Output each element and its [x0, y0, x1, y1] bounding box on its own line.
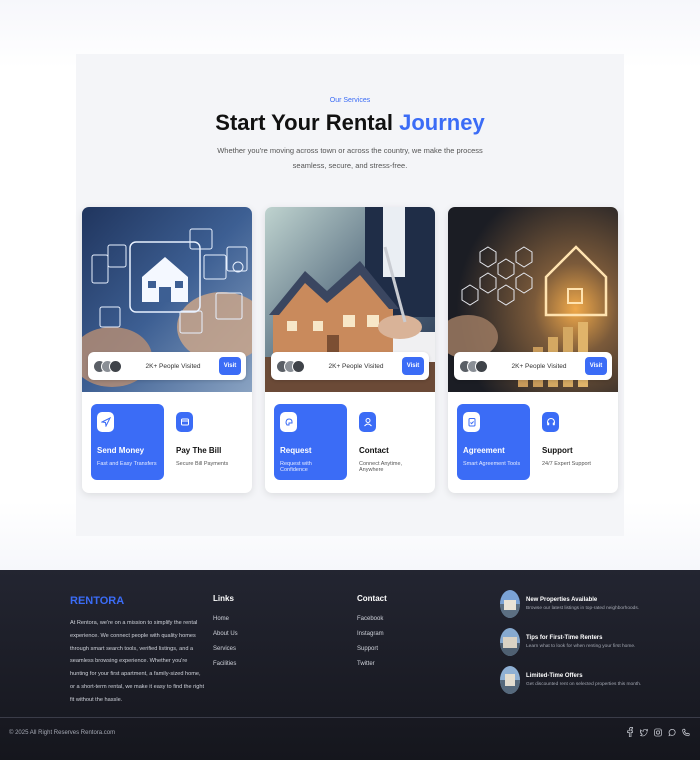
service-title: Send Money [97, 446, 145, 455]
news-thumbnail [500, 628, 520, 656]
avatar-group [93, 359, 127, 373]
request-icon [280, 412, 297, 432]
footer-contact-list: Facebook Instagram Support Twitter [357, 616, 384, 676]
news-item[interactable]: Tips for First-Time Renters Learn what t… [500, 628, 690, 660]
service-request[interactable]: Request Request with Confidence [274, 404, 347, 480]
site-footer: RENTORA At Rentora, we're on a mission t… [0, 570, 700, 760]
visit-bar: 2K+ People Visited Visit [454, 352, 612, 380]
service-title: Support [542, 446, 573, 455]
facebook-icon[interactable] [626, 727, 634, 737]
avatar-group [276, 359, 310, 373]
whatsapp-icon[interactable] [668, 727, 676, 737]
news-subtitle: Learn what to look for when renting your… [526, 644, 636, 649]
service-title: Pay The Bill [176, 446, 222, 455]
visit-button[interactable]: Visit [585, 357, 607, 375]
footer-links-list: Home About Us Services Facilities [213, 616, 238, 676]
visited-count: 2K+ People Visited [328, 362, 384, 370]
service-subtitle: Smart Agreement Tools [463, 461, 521, 467]
service-subtitle: Secure Bill Payments [176, 461, 229, 467]
send-icon [97, 412, 114, 432]
service-pay-bill[interactable]: Pay The Bill Secure Bill Payments [174, 404, 246, 480]
service-card: 2K+ People Visited Visit Agreement Smart… [448, 207, 618, 493]
footer-link-facilities[interactable]: Facilities [213, 661, 238, 676]
service-support[interactable]: Support 24/7 Expert Support [540, 404, 612, 480]
phone-icon[interactable] [682, 727, 690, 737]
footer-link-about[interactable]: About Us [213, 631, 238, 646]
social-icons [626, 727, 690, 737]
news-title: New Properties Available [526, 597, 598, 603]
bill-icon [176, 412, 193, 432]
service-title: Request [280, 446, 312, 455]
news-subtitle: Get discounted rent on selected properti… [526, 682, 642, 687]
service-subtitle: Request with Confidence [280, 461, 312, 473]
footer-about-text: At Rentora, we're on a mission to simpli… [70, 620, 204, 703]
twitter-icon[interactable] [640, 727, 648, 737]
clipboard-icon [463, 412, 480, 432]
section-subtitle: Whether you're moving across town or acr… [217, 146, 483, 170]
footer-link-services[interactable]: Services [213, 646, 238, 661]
visit-button[interactable]: Visit [402, 357, 424, 375]
visit-bar: 2K+ People Visited Visit [271, 352, 429, 380]
footer-link-home[interactable]: Home [213, 616, 238, 631]
copyright: © 2025 All Right Reserves Rentora.com [9, 730, 116, 736]
page: Our Services Start Your Rental Journey W… [0, 0, 700, 760]
avatar [109, 359, 122, 373]
headset-icon [542, 412, 559, 432]
contact-icon [359, 412, 376, 432]
links-heading: Links [213, 594, 234, 603]
visited-count: 2K+ People Visited [511, 362, 567, 370]
service-send-money[interactable]: Send Money Fast and Easy Transfers [91, 404, 164, 480]
service-contact[interactable]: Contact Connect Anytime, Anywhere [357, 404, 429, 480]
title-main: Start Your Rental [215, 110, 393, 135]
avatar [292, 359, 305, 373]
news-title: Tips for First-Time Renters [526, 635, 603, 641]
footer-link-support[interactable]: Support [357, 646, 384, 661]
footer-link-instagram[interactable]: Instagram [357, 631, 384, 646]
news-title: Limited-Time Offers [526, 673, 583, 679]
news-item[interactable]: Limited-Time Offers Get discounted rent … [500, 666, 690, 698]
visited-count: 2K+ People Visited [145, 362, 201, 370]
service-title: Contact [359, 446, 389, 455]
service-agreement[interactable]: Agreement Smart Agreement Tools [457, 404, 530, 480]
service-subtitle: Fast and Easy Transfers [97, 461, 157, 467]
service-subtitle: 24/7 Expert Support [542, 461, 591, 467]
footer-divider [0, 717, 700, 718]
avatar-group [459, 359, 493, 373]
service-subtitle: Connect Anytime, Anywhere [359, 461, 403, 473]
visit-button[interactable]: Visit [219, 357, 241, 375]
visit-bar: 2K+ People Visited Visit [88, 352, 246, 380]
section-eyebrow: Our Services [329, 97, 371, 104]
service-card: 2K+ People Visited Visit Send Money Fast… [82, 207, 252, 493]
footer-brand-logo[interactable]: RENTORA [70, 595, 124, 607]
contact-heading: Contact [357, 594, 387, 603]
news-thumbnail [500, 590, 520, 618]
instagram-icon[interactable] [654, 727, 662, 737]
news-subtitle: Browse our latest listings in top-rated … [526, 606, 640, 611]
avatar [475, 359, 488, 373]
news-thumbnail [500, 666, 520, 694]
news-item[interactable]: New Properties Available Browse our late… [500, 590, 690, 622]
title-accent: Journey [399, 110, 485, 135]
service-card: 2K+ People Visited Visit Request Request… [265, 207, 435, 493]
service-title: Agreement [463, 446, 505, 455]
footer-link-twitter[interactable]: Twitter [357, 661, 384, 676]
footer-link-facebook[interactable]: Facebook [357, 616, 384, 631]
section-title: Start Your Rental Journey [0, 110, 700, 136]
